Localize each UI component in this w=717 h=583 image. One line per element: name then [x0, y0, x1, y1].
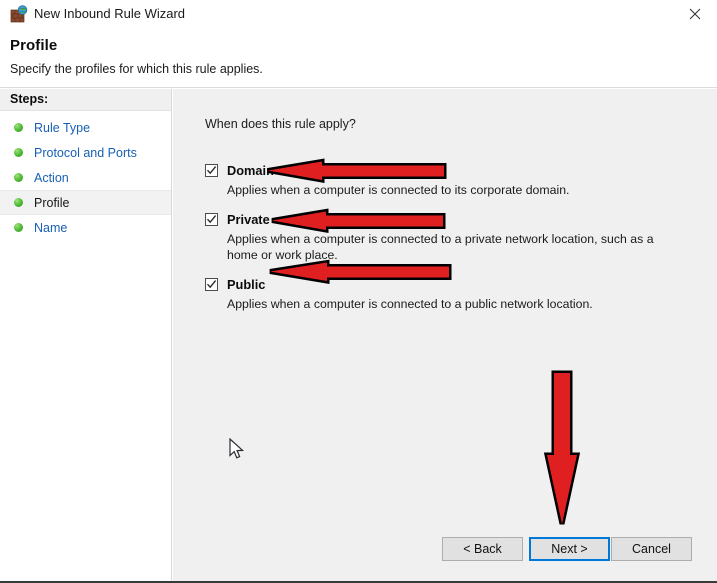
steps-sidebar: Steps: Rule Type Protocol and Ports Acti…	[0, 89, 172, 583]
sidebar-item-label: Name	[34, 221, 67, 235]
profile-option-domain: Domain Applies when a computer is connec…	[205, 161, 274, 179]
wizard-window: New Inbound Rule Wizard Profile Specify …	[0, 0, 717, 583]
main-content-panel: When does this rule apply? Domain Applie…	[173, 89, 717, 583]
sidebar-item-profile[interactable]: Profile	[0, 190, 171, 215]
public-label: Public	[227, 277, 265, 292]
title-bar: New Inbound Rule Wizard	[0, 0, 717, 28]
next-button[interactable]: Next >	[529, 537, 610, 561]
private-description: Applies when a computer is connected to …	[227, 231, 657, 263]
sidebar-item-action[interactable]: Action	[0, 165, 171, 190]
steps-list: Rule Type Protocol and Ports Action Prof…	[0, 115, 171, 240]
page-header: Profile Specify the profiles for which t…	[0, 28, 717, 88]
back-button[interactable]: < Back	[442, 537, 523, 561]
sidebar-item-label: Protocol and Ports	[34, 146, 137, 160]
steps-header: Steps:	[0, 89, 171, 111]
domain-checkbox[interactable]	[205, 164, 218, 177]
green-bullet-icon	[14, 173, 23, 182]
sidebar-item-name[interactable]: Name	[0, 215, 171, 240]
sidebar-item-label: Profile	[34, 196, 69, 210]
question-label: When does this rule apply?	[205, 117, 356, 131]
profile-option-public: Public Applies when a computer is connec…	[205, 275, 265, 293]
private-label: Private	[227, 212, 270, 227]
sidebar-item-rule-type[interactable]: Rule Type	[0, 115, 171, 140]
window-title: New Inbound Rule Wizard	[34, 5, 185, 23]
page-title: Profile	[10, 37, 57, 54]
private-checkbox[interactable]	[205, 213, 218, 226]
green-bullet-icon	[14, 123, 23, 132]
sidebar-item-protocol-and-ports[interactable]: Protocol and Ports	[0, 140, 171, 165]
steps-header-label: Steps:	[10, 92, 48, 106]
page-subtitle: Specify the profiles for which this rule…	[10, 62, 263, 76]
domain-description: Applies when a computer is connected to …	[227, 182, 657, 198]
domain-label: Domain	[227, 163, 274, 178]
firewall-globe-icon	[10, 5, 28, 23]
public-description: Applies when a computer is connected to …	[227, 296, 657, 312]
public-checkbox[interactable]	[205, 278, 218, 291]
green-bullet-icon	[14, 148, 23, 157]
green-bullet-icon	[14, 198, 23, 207]
green-bullet-icon	[14, 223, 23, 232]
profile-option-private: Private Applies when a computer is conne…	[205, 210, 270, 228]
sidebar-item-label: Rule Type	[34, 121, 90, 135]
cancel-button[interactable]: Cancel	[611, 537, 692, 561]
close-icon[interactable]	[672, 0, 717, 28]
sidebar-item-label: Action	[34, 171, 69, 185]
